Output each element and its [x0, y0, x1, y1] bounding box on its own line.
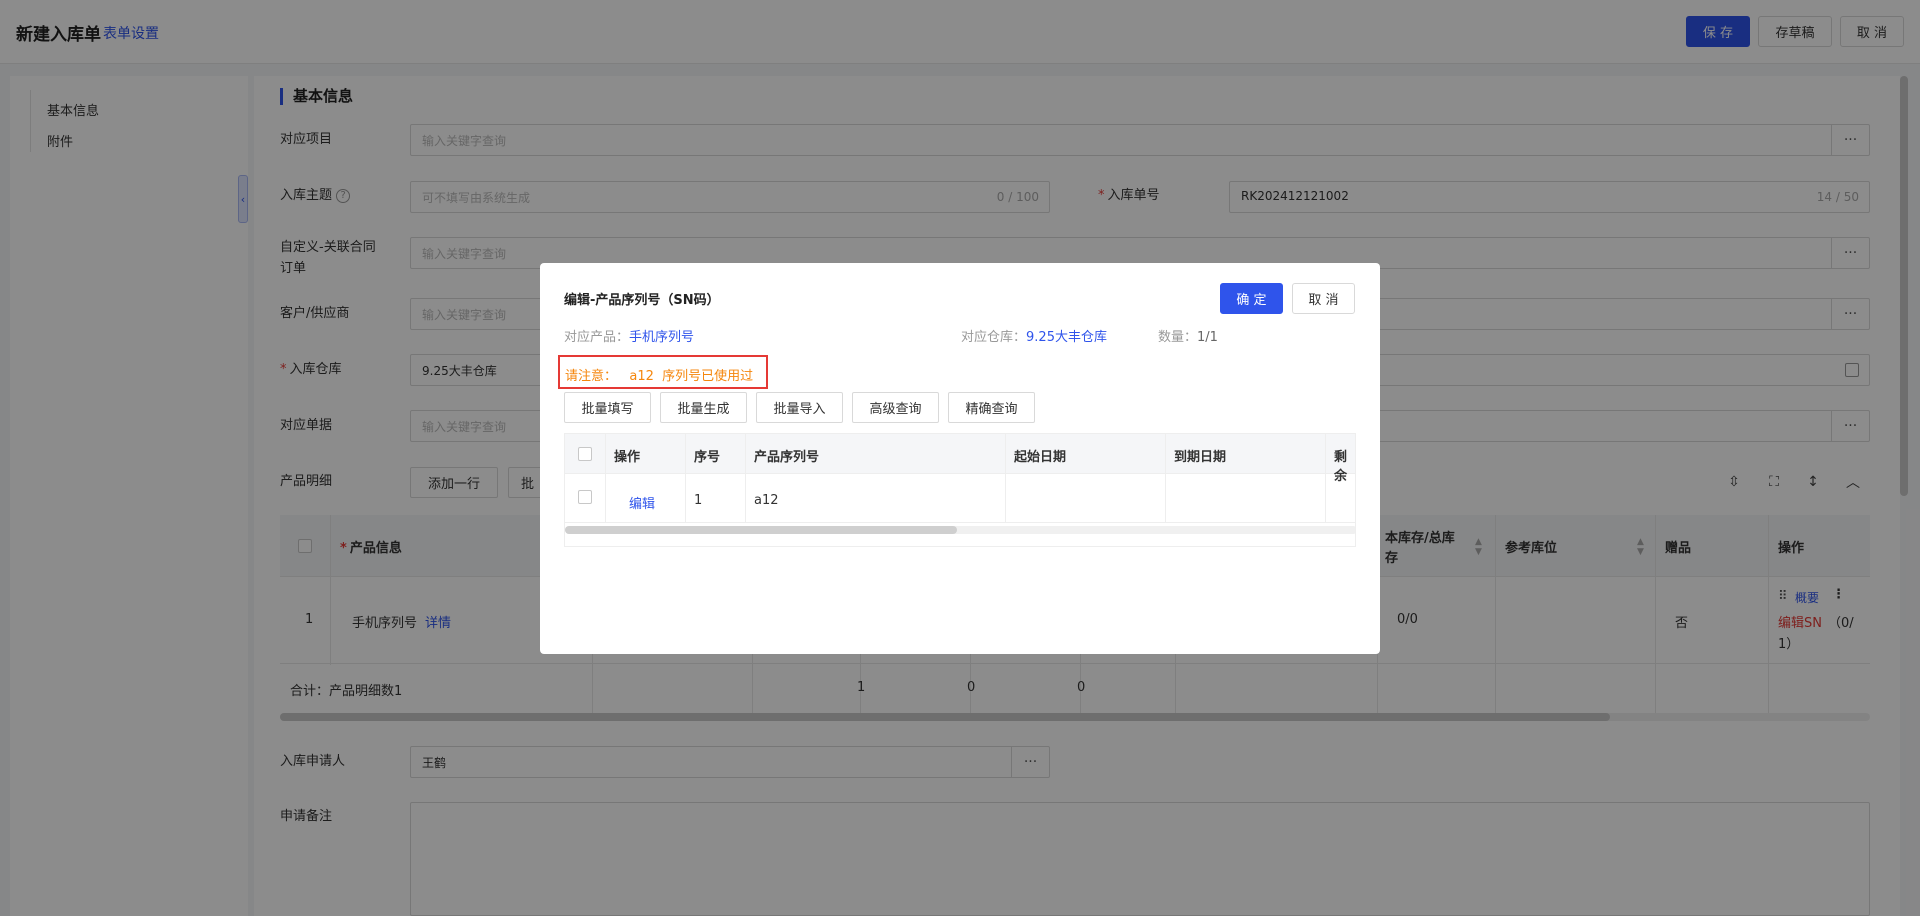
- modal-product-label: 对应产品：: [564, 330, 630, 345]
- modal-confirm-button[interactable]: 确 定: [1220, 283, 1283, 314]
- modal-warehouse-info: 对应仓库：9.25大丰仓库: [961, 326, 1107, 345]
- sn-header-action: 操作: [614, 450, 641, 465]
- sn-row-serial: a12: [754, 493, 779, 508]
- sn-header-serial: 产品序列号: [754, 450, 820, 465]
- sn-header-remaining: 剩余: [1334, 450, 1348, 484]
- scrollbar-thumb[interactable]: [565, 526, 957, 534]
- modal-warehouse-value[interactable]: 9.25大丰仓库: [1026, 330, 1107, 345]
- edit-sn-modal: 编辑-产品序列号（SN码） 确 定 取 消 对应产品：手机序列号 对应仓库：9.…: [540, 263, 1380, 654]
- sn-header-index: 序号: [694, 450, 721, 465]
- modal-qty-value: 1/1: [1197, 330, 1218, 345]
- modal-product-info: 对应产品：手机序列号: [564, 326, 694, 345]
- sn-select-all-checkbox[interactable]: [578, 447, 592, 461]
- batch-import-button[interactable]: 批量导入: [756, 392, 843, 423]
- modal-warehouse-label: 对应仓库：: [961, 330, 1027, 345]
- sn-table: 操作 序号 产品序列号 起始日期 到期日期 剩余 编辑 1 a12: [564, 433, 1356, 547]
- batch-generate-button[interactable]: 批量生成: [660, 392, 747, 423]
- batch-fill-button[interactable]: 批量填写: [564, 392, 651, 423]
- sn-warning-box: 请注意： a12 序列号已使用过: [558, 355, 768, 389]
- modal-qty-label: 数量：: [1158, 330, 1198, 345]
- sn-row-index: 1: [694, 493, 703, 508]
- sn-row-edit-link[interactable]: 编辑: [629, 493, 655, 512]
- modal-product-value[interactable]: 手机序列号: [629, 330, 694, 345]
- modal-title: 编辑-产品序列号（SN码）: [564, 293, 720, 308]
- sn-table-header: [565, 434, 1355, 474]
- modal-cancel-button[interactable]: 取 消: [1292, 283, 1355, 314]
- sn-header-start-date: 起始日期: [1014, 450, 1067, 465]
- sn-header-end-date: 到期日期: [1174, 450, 1227, 465]
- modal-qty-info: 数量：1/1: [1158, 326, 1218, 345]
- sn-table-scrollbar[interactable]: [565, 526, 1355, 534]
- sn-row-checkbox[interactable]: [578, 490, 592, 504]
- advanced-search-button[interactable]: 高级查询: [852, 392, 939, 423]
- exact-search-button[interactable]: 精确查询: [948, 392, 1035, 423]
- sn-warning-text: 请注意： a12 序列号已使用过: [565, 369, 754, 384]
